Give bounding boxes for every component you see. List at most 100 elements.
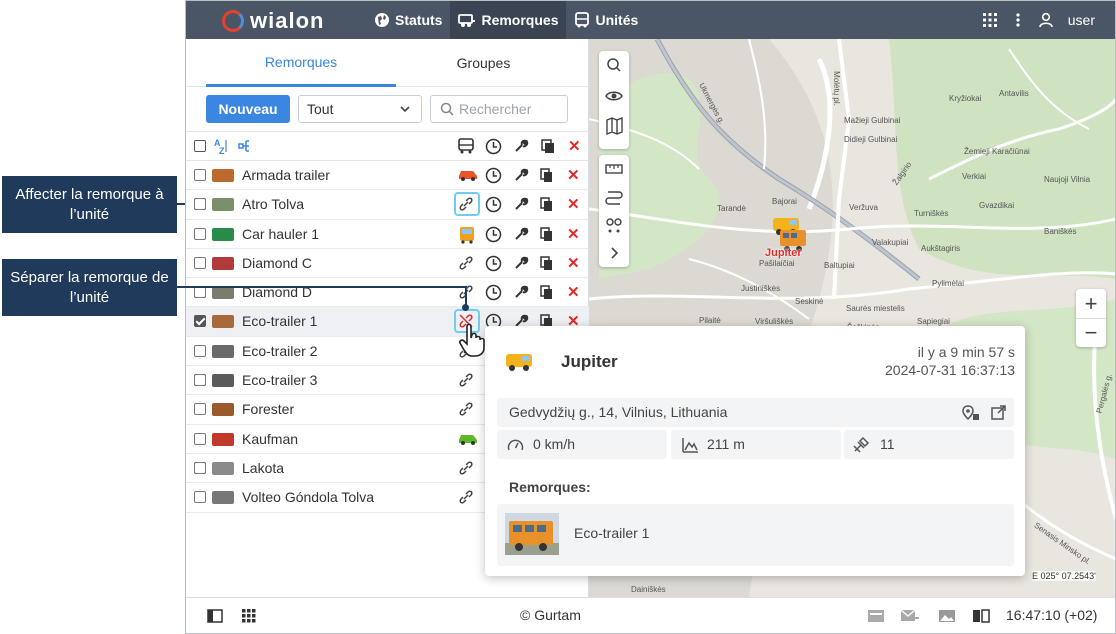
trailer-name[interactable]: Eco-trailer 2: [242, 343, 317, 359]
trailer-name[interactable]: Armada trailer: [242, 167, 330, 183]
properties-button[interactable]: [513, 284, 529, 303]
filter-select[interactable]: Tout: [298, 95, 422, 123]
delete-button[interactable]: ✕: [567, 225, 580, 243]
delete-button[interactable]: ✕: [567, 254, 580, 272]
history-button[interactable]: [485, 284, 502, 304]
history-icon[interactable]: [485, 196, 502, 213]
trailer-row[interactable]: Diamond D ✕: [186, 278, 589, 308]
properties-button[interactable]: [513, 167, 529, 186]
copy-icon[interactable]: [540, 284, 554, 300]
history-button[interactable]: [485, 255, 502, 275]
wrench-icon[interactable]: [513, 196, 529, 212]
hierarchy-icon[interactable]: [238, 139, 254, 153]
mail-icon[interactable]: [900, 609, 920, 623]
copy-icon[interactable]: [540, 226, 554, 242]
row-checkbox[interactable]: [194, 344, 206, 357]
assign-unit-button[interactable]: [458, 489, 476, 507]
nav-statuts[interactable]: Statuts: [366, 1, 450, 39]
select-all-checkbox[interactable]: [194, 140, 206, 152]
row-checkbox[interactable]: [194, 198, 206, 211]
trailer-row[interactable]: Car hauler 1 ✕: [186, 220, 589, 249]
assign-unit-button[interactable]: [458, 167, 477, 185]
sort-az-icon[interactable]: AZ: [213, 137, 229, 155]
map-layers-icon[interactable]: [599, 111, 629, 141]
assign-unit-button[interactable]: [458, 460, 476, 478]
assign-unit-button[interactable]: [458, 401, 476, 419]
copy-button[interactable]: [540, 196, 554, 215]
copy-button[interactable]: [540, 255, 554, 274]
properties-button[interactable]: [513, 196, 529, 215]
trailer-name[interactable]: Car hauler 1: [242, 226, 319, 242]
row-checkbox[interactable]: [194, 169, 206, 181]
popup-trailer-item[interactable]: Eco-trailer 1: [497, 504, 1014, 566]
properties-button[interactable]: [513, 255, 529, 274]
wrench-icon[interactable]: [513, 284, 529, 300]
row-checkbox[interactable]: [194, 403, 206, 416]
row-checkbox[interactable]: [194, 256, 206, 269]
zoom-in-button[interactable]: +: [1076, 289, 1106, 318]
trailer-name[interactable]: Volteo Góndola Tolva: [242, 489, 374, 505]
location-pin-icon[interactable]: [962, 405, 980, 421]
col-copy-icon[interactable]: [540, 138, 556, 154]
trailer-row[interactable]: Diamond C ✕: [186, 249, 589, 279]
assign-unit-button[interactable]: [458, 196, 476, 214]
eye-icon[interactable]: [599, 81, 629, 111]
copy-button[interactable]: [540, 167, 554, 186]
history-button[interactable]: [485, 167, 502, 187]
delete-button[interactable]: ✕: [567, 283, 580, 301]
history-icon[interactable]: [485, 255, 502, 272]
history-icon[interactable]: [485, 226, 502, 243]
history-button[interactable]: [485, 226, 502, 246]
copy-icon[interactable]: [540, 255, 554, 271]
tab-remorques[interactable]: Remorques: [206, 39, 396, 87]
col-history-icon[interactable]: [485, 138, 502, 155]
trailer-name[interactable]: Forester: [242, 401, 294, 417]
col-unit-icon[interactable]: [457, 138, 475, 154]
new-trailer-button[interactable]: Nouveau: [206, 95, 290, 123]
col-wrench-icon[interactable]: [513, 138, 529, 154]
assign-unit-button[interactable]: [458, 226, 476, 244]
delete-button[interactable]: ✕: [567, 166, 580, 184]
row-checkbox[interactable]: [194, 227, 206, 240]
map-search-icon[interactable]: [599, 51, 629, 81]
geofence-icon[interactable]: [599, 211, 629, 239]
wialon-logo[interactable]: wialon: [222, 8, 324, 34]
trailer-name[interactable]: Atro Tolva: [242, 196, 304, 212]
trailer-name[interactable]: Eco-trailer 1: [242, 313, 317, 329]
trailer-row[interactable]: Armada trailer ✕: [186, 161, 589, 191]
user-menu[interactable]: user: [1038, 12, 1095, 28]
nav-remorques[interactable]: Remorques: [450, 1, 567, 39]
history-icon[interactable]: [485, 284, 502, 301]
chevron-right-icon[interactable]: [599, 239, 629, 267]
panel-toggle-icon[interactable]: [207, 609, 223, 623]
trailer-name[interactable]: Diamond C: [242, 255, 312, 271]
history-icon[interactable]: [485, 167, 502, 184]
trailer-name[interactable]: Eco-trailer 3: [242, 372, 317, 388]
trailer-name[interactable]: Kaufman: [242, 431, 298, 447]
apps-grid-icon[interactable]: [242, 609, 256, 623]
tab-groupes[interactable]: Groupes: [396, 39, 571, 87]
copy-button[interactable]: [540, 226, 554, 245]
row-checkbox[interactable]: [194, 432, 206, 445]
row-checkbox[interactable]: [194, 461, 206, 474]
route-icon[interactable]: [599, 183, 629, 211]
zoom-out-button[interactable]: −: [1076, 318, 1106, 347]
book-icon[interactable]: [972, 609, 990, 623]
external-link-icon[interactable]: [990, 405, 1006, 421]
copy-icon[interactable]: [540, 167, 554, 183]
wrench-icon[interactable]: [513, 226, 529, 242]
image-icon[interactable]: [938, 609, 956, 623]
row-checkbox[interactable]: [194, 374, 206, 387]
copy-icon[interactable]: [540, 196, 554, 212]
apps-grid-icon[interactable]: [982, 12, 998, 28]
notification-icon[interactable]: [867, 609, 885, 623]
assign-unit-button[interactable]: [458, 255, 476, 273]
more-vert-icon[interactable]: [1016, 12, 1020, 28]
delete-button[interactable]: ✕: [567, 195, 580, 213]
wrench-icon[interactable]: [513, 255, 529, 271]
nav-unites[interactable]: Unités: [566, 1, 646, 39]
row-checkbox[interactable]: [194, 315, 206, 328]
col-delete-icon[interactable]: ✕: [568, 137, 581, 155]
history-button[interactable]: [485, 196, 502, 216]
properties-button[interactable]: [513, 226, 529, 245]
